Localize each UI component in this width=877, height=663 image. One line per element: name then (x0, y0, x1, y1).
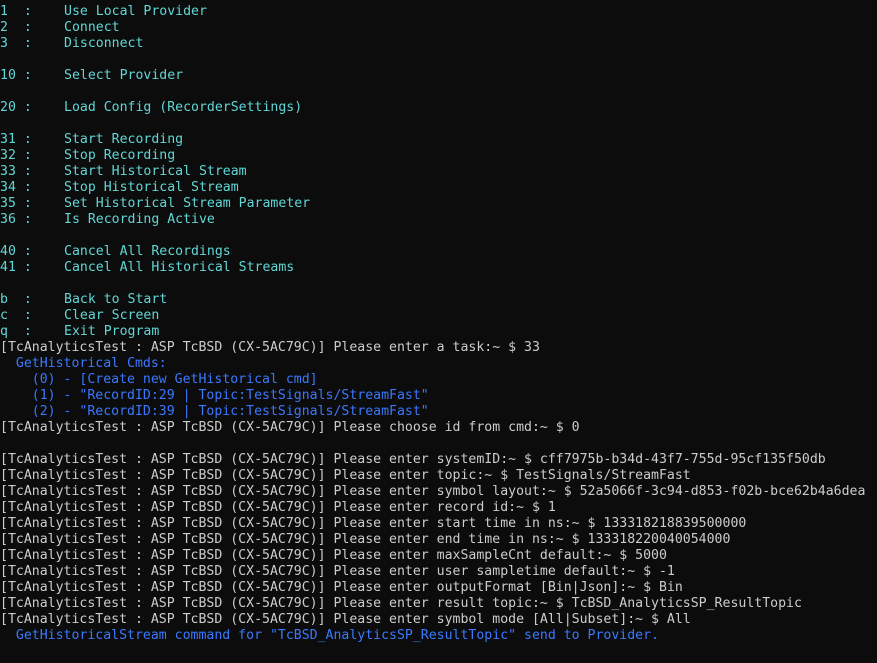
menu-item-key: 35 : (0, 196, 32, 211)
menu-item: 32 : Stop Recording (0, 148, 877, 164)
menu-item: 40 : Cancel All Recordings (0, 244, 877, 260)
menu-item: 41 : Cancel All Historical Streams (0, 260, 877, 276)
menu-item: 10 : Select Provider (0, 68, 877, 84)
prompt-line: [TcAnalyticsTest : ASP TcBSD (CX-5AC79C)… (0, 532, 731, 547)
menu-item-key: 1 : (0, 4, 32, 19)
menu-item-label: Connect (64, 20, 120, 35)
prompt-line: [TcAnalyticsTest : ASP TcBSD (CX-5AC79C)… (0, 516, 747, 531)
menu-item: 35 : Set Historical Stream Parameter (0, 196, 877, 212)
menu-item-label: Exit Program (64, 324, 160, 339)
menu-item-key: 32 : (0, 148, 32, 163)
menu-item: c : Clear Screen (0, 308, 877, 324)
menu-item-label: Cancel All Historical Streams (64, 260, 295, 275)
menu-item-key: 34 : (0, 180, 32, 195)
menu-item-label: Stop Historical Stream (64, 180, 239, 195)
menu-item: 2 : Connect (0, 20, 877, 36)
menu-item: q : Exit Program (0, 324, 877, 340)
menu-item-label: Start Historical Stream (64, 164, 247, 179)
prompt-line: [TcAnalyticsTest : ASP TcBSD (CX-5AC79C)… (0, 452, 826, 467)
prompt-line: [TcAnalyticsTest : ASP TcBSD (CX-5AC79C)… (0, 484, 866, 499)
menu-item: 3 : Disconnect (0, 36, 877, 52)
menu-item-label: Cancel All Recordings (64, 244, 231, 259)
info-output-line: (1) - "RecordID:29 | Topic:TestSignals/S… (0, 388, 429, 403)
menu-item-key: 40 : (0, 244, 32, 259)
menu-item-label: Back to Start (64, 292, 168, 307)
menu-item-key: 20 : (0, 100, 32, 115)
info-output-line: (2) - "RecordID:39 | Topic:TestSignals/S… (0, 404, 429, 419)
menu-item: b : Back to Start (0, 292, 877, 308)
menu-item-key: 3 : (0, 36, 32, 51)
task-menu: 1 : Use Local Provider 2 : Connect 3 : Discon… (0, 4, 877, 340)
console-window[interactable]: 1 : Use Local Provider 2 : Connect 3 : Discon… (0, 4, 877, 644)
menu-item-key: 2 : (0, 20, 32, 35)
menu-item-label: Is Recording Active (64, 212, 215, 227)
menu-item-label: Disconnect (64, 36, 144, 51)
menu-item-key: 31 : (0, 132, 32, 147)
menu-item: 36 : Is Recording Active (0, 212, 877, 228)
prompt-line: [TcAnalyticsTest : ASP TcBSD (CX-5AC79C)… (0, 548, 667, 563)
menu-item-key: q : (0, 324, 32, 339)
prompt-line: [TcAnalyticsTest : ASP TcBSD (CX-5AC79C)… (0, 580, 683, 595)
menu-item: 1 : Use Local Provider (0, 4, 877, 20)
prompt-line: [TcAnalyticsTest : ASP TcBSD (CX-5AC79C)… (0, 564, 675, 579)
console-session-parameters: [TcAnalyticsTest : ASP TcBSD (CX-5AC79C)… (0, 452, 877, 644)
menu-item-label: Stop Recording (64, 148, 176, 163)
prompt-line: [TcAnalyticsTest : ASP TcBSD (CX-5AC79C)… (0, 596, 802, 611)
prompt-line: [TcAnalyticsTest : ASP TcBSD (CX-5AC79C)… (0, 340, 540, 355)
menu-item-key: 41 : (0, 260, 32, 275)
menu-item-label: Clear Screen (64, 308, 160, 323)
menu-item-label: Use Local Provider (64, 4, 207, 19)
prompt-line: [TcAnalyticsTest : ASP TcBSD (CX-5AC79C)… (0, 612, 691, 627)
prompt-line: [TcAnalyticsTest : ASP TcBSD (CX-5AC79C)… (0, 468, 691, 483)
menu-item: 33 : Start Historical Stream (0, 164, 877, 180)
menu-item-key: 10 : (0, 68, 32, 83)
prompt-line: [TcAnalyticsTest : ASP TcBSD (CX-5AC79C)… (0, 500, 556, 515)
menu-item: 31 : Start Recording (0, 132, 877, 148)
info-output-line: GetHistoricalStream command for "TcBSD_A… (0, 628, 659, 643)
info-output-line: (0) - [Create new GetHistorical cmd] (0, 372, 318, 387)
menu-item-label: Load Config (RecorderSettings) (64, 100, 303, 115)
menu-item-key: 36 : (0, 212, 32, 227)
prompt-line: [TcAnalyticsTest : ASP TcBSD (CX-5AC79C)… (0, 420, 580, 435)
menu-item-label: Select Provider (64, 68, 184, 83)
menu-item-label: Set Historical Stream Parameter (64, 196, 311, 211)
menu-item-key: c : (0, 308, 32, 323)
menu-item: 34 : Stop Historical Stream (0, 180, 877, 196)
menu-item-label: Start Recording (64, 132, 184, 147)
info-output-line: GetHistorical Cmds: (0, 356, 167, 371)
console-session-task: [TcAnalyticsTest : ASP TcBSD (CX-5AC79C)… (0, 340, 877, 436)
menu-item-key: 33 : (0, 164, 32, 179)
menu-item: 20 : Load Config (RecorderSettings) (0, 100, 877, 116)
menu-item-key: b : (0, 292, 32, 307)
